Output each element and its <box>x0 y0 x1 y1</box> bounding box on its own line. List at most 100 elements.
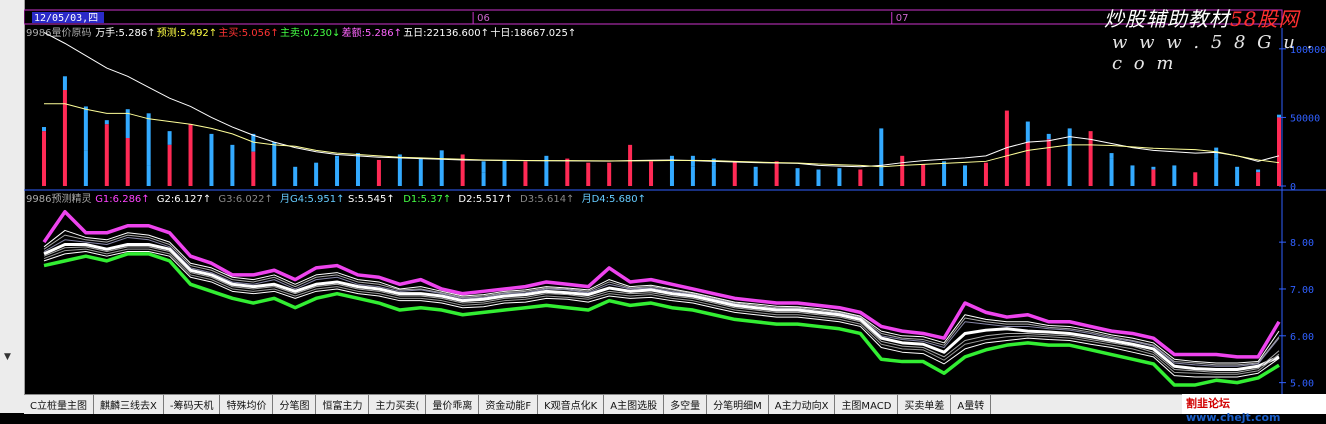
volume-bar <box>251 151 256 186</box>
volume-bar-upper <box>1256 169 1261 173</box>
volume-bar <box>921 164 926 186</box>
volume-bar <box>774 161 779 186</box>
indicator-tab[interactable]: C立桩量主图 <box>24 395 94 414</box>
forecast-line-D3 <box>43 248 1280 375</box>
indicator-tab-bar: C立桩量主图 麒麟三线去X -筹码天机 特殊均价 分笔图 恒富主力 主力买卖(量价乖离 资金动… <box>24 394 1326 414</box>
volume-ma-line-1 <box>43 31 1280 168</box>
watermark-footer-a: 割韭论坛 <box>1186 397 1230 410</box>
volume-bar <box>1214 158 1219 186</box>
volume-bar-upper <box>62 76 67 90</box>
forecast-legend-item: G1:6.286↑ <box>95 194 150 205</box>
indicator-tab[interactable]: 特殊均价 <box>220 395 274 414</box>
volume-bar <box>42 131 46 186</box>
volume-legend-item: 万手:5.286↑ <box>95 26 155 39</box>
volume-legend-item: 差额:5.286↑ <box>342 26 402 39</box>
volume-bar-upper <box>690 155 695 167</box>
forecast-legend-item: D3:5.614↑ <box>520 194 574 205</box>
volume-bar <box>607 162 612 186</box>
volume-legend-item: 五日:22136.600↑ <box>403 28 489 39</box>
forecast-line-G4 <box>43 236 1280 367</box>
volume-bar-upper <box>481 161 486 173</box>
volume-bar <box>1277 117 1281 186</box>
forecast-legend-item: G2:6.127↑ <box>157 194 212 205</box>
volume-bar <box>439 150 444 186</box>
forecast-legend-item: S:5.545↑ <box>348 194 395 205</box>
volume-bar-upper <box>1025 121 1030 143</box>
volume-legend-item: 预测:5.492↑ <box>157 26 217 39</box>
indicator-tab[interactable]: 量价乖离 <box>426 395 480 414</box>
volume-ma-line-2 <box>44 103 1280 168</box>
date-header-bar <box>24 9 1283 25</box>
volume-bar-upper <box>146 113 151 166</box>
forecast-line-G3 <box>43 234 1280 366</box>
volume-bar <box>418 158 423 186</box>
volume-bar <box>502 159 507 186</box>
volume-bar <box>963 165 968 186</box>
indicator-tab[interactable]: 资金动能F <box>479 395 539 414</box>
volume-bar <box>481 172 486 186</box>
volume-bar <box>397 154 402 186</box>
volume-bar <box>125 138 130 186</box>
volume-bar <box>167 144 172 186</box>
volume-bar <box>942 161 947 186</box>
volume-bar <box>690 166 695 186</box>
volume-bar-upper <box>753 166 758 170</box>
volume-bar-upper <box>104 120 109 125</box>
volume-bar <box>837 168 842 186</box>
indicator-tab[interactable]: 分笔明细M <box>707 395 769 414</box>
volume-bar <box>1193 172 1198 186</box>
forecast-line-D4 <box>43 246 1280 373</box>
volume-bar-upper <box>42 127 46 132</box>
volume-bar-upper <box>879 128 884 166</box>
volume-bar <box>900 155 905 186</box>
volume-bar <box>1256 172 1261 186</box>
indicator-tab[interactable]: 恒富主力 <box>316 395 370 414</box>
indicator-tab[interactable]: K观音点化K <box>538 395 605 414</box>
forecast-legend-item: 月G4:5.951↑ <box>280 193 345 205</box>
indicator-tab[interactable]: A主图选股 <box>604 395 665 414</box>
indicator-tab[interactable]: A主力动向X <box>769 395 836 414</box>
volume-bar <box>795 168 800 186</box>
volume-bar-upper <box>83 106 88 151</box>
volume-bar <box>230 144 235 186</box>
volume-legend-item: 主卖:0.230↓ <box>280 27 340 39</box>
indicator-tab[interactable]: A量转 <box>951 395 992 414</box>
volume-bar <box>335 158 340 186</box>
volume-bar <box>1172 165 1177 186</box>
indicator-tab[interactable]: 主图MACD <box>835 395 899 414</box>
indicator-tab[interactable]: 主力买卖( <box>369 395 427 414</box>
watermark-footer: 割韭论坛 www.chejt.com <box>1182 394 1326 424</box>
watermark-title-b: 58股网 <box>1230 7 1300 31</box>
volume-legend-item: 十日:18667.025↑ <box>490 26 576 39</box>
volume-bar-upper <box>1235 166 1240 170</box>
month-label: 07 <box>896 13 909 24</box>
forecast-y-tick-label: 5.00 <box>1290 379 1314 390</box>
volume-bar-upper <box>1277 114 1281 118</box>
indicator-tab[interactable]: -筹码天机 <box>164 395 221 414</box>
volume-bar <box>732 161 737 186</box>
volume-bar <box>1067 144 1072 186</box>
volume-bar <box>1025 142 1030 186</box>
volume-y-tick-label: 50000 <box>1290 113 1320 124</box>
volume-bar <box>83 150 88 186</box>
forecast-line-D2 <box>43 251 1280 378</box>
indicator-tab[interactable]: 麒麟三线去X <box>94 395 164 414</box>
watermark-title: 炒股辅助教材58股网 <box>1104 3 1299 32</box>
volume-bar <box>586 162 591 186</box>
volume-bar <box>209 133 214 186</box>
volume-bar <box>188 124 193 186</box>
scrollbar[interactable]: ▼ <box>0 0 25 413</box>
volume-bar <box>104 124 109 186</box>
volume-bar <box>376 159 381 186</box>
forecast-legend-item: D2:5.517↑ <box>458 194 512 205</box>
month-label: 06 <box>477 13 490 24</box>
volume-bar <box>711 165 716 186</box>
indicator-tab[interactable]: 多空量 <box>664 395 708 414</box>
forecast-legend-indicator: 9986预测精灵 <box>26 192 91 205</box>
scroll-down-arrow-icon[interactable]: ▼ <box>4 352 11 362</box>
indicator-tab[interactable]: 买卖单差 <box>898 395 952 414</box>
indicator-tab[interactable]: 分笔图 <box>273 395 317 414</box>
volume-bar <box>816 169 821 186</box>
volume-bar <box>628 144 633 186</box>
volume-bar-upper <box>1046 133 1051 140</box>
